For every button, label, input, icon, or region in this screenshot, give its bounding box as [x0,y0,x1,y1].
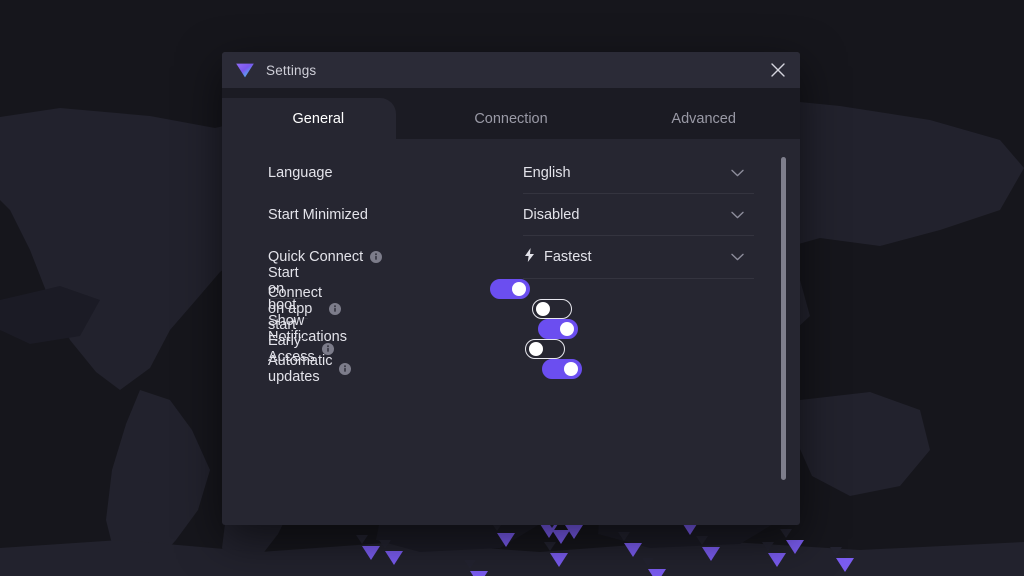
settings-tabs: General Connection Advanced [222,88,800,139]
server-pin-triangle [470,571,488,576]
settings-row-quick-connect: Quick Connect Fastest [268,236,754,279]
tab-advanced-label: Advanced [671,110,736,127]
proton-vpn-triangle-logo [234,59,256,81]
settings-row-control-automatic-updates [351,358,586,379]
server-pin-triangle [565,525,583,539]
label-text: Language [268,165,333,182]
chevron-down-icon[interactable] [731,164,744,182]
server-pin-triangle [702,547,720,561]
toggle-knob [511,281,526,296]
server-pin-triangle [786,540,804,554]
server-pin-triangle [768,553,786,567]
server-pin-triangle [385,551,403,565]
server-pin-triangle [362,546,380,560]
settings-dialog: Settings General Connection Advanced Lan… [222,52,800,525]
settings-row-language: Language English [268,152,754,195]
toggle-knob [559,321,574,336]
dropdown-quick-connect[interactable]: Fastest [523,248,592,266]
toggle-start-on-boot[interactable] [489,278,530,299]
settings-row-automatic-updates: Automatic updates [268,353,583,385]
tab-advanced[interactable]: Advanced [607,98,800,139]
server-pin-triangle [550,553,568,567]
settings-list: Language English Start Minimized Disabled Qu… [268,139,754,385]
vpn-app-window: Settings General Connection Advanced Lan… [0,0,1024,576]
settings-row-label-language: Language [268,165,523,181]
settings-row-control-quick-connect[interactable]: Fastest [523,236,754,279]
dropdown-start-minimized[interactable]: Disabled [523,207,579,223]
settings-row-start-minimized: Start Minimized Disabled [268,194,754,237]
toggle-show-notifications[interactable] [537,318,578,339]
toggle-connect-on-app-start[interactable] [532,298,573,319]
info-icon[interactable] [370,251,383,264]
server-pin-triangle [497,533,515,547]
dialog-title: Settings [266,62,317,78]
settings-row-control-show-notifications [347,318,582,339]
settings-row-control-start-minimized[interactable]: Disabled [523,194,754,237]
server-pin-triangle [648,569,666,576]
settings-row-label-automatic-updates: Automatic updates [268,352,352,385]
dropdown-value-text: Fastest [544,249,592,266]
settings-row-control-early-access [334,338,569,359]
settings-row-control-connect-on-app-start [341,298,576,319]
tab-connection[interactable]: Connection [415,98,608,139]
chevron-down-icon[interactable] [731,248,744,266]
scrollbar-thumb[interactable] [781,157,786,480]
info-icon[interactable] [339,362,352,375]
tab-general[interactable]: General [222,98,415,139]
tab-connection-label: Connection [474,110,548,127]
server-pin-triangle [836,558,854,572]
toggle-knob [564,361,579,376]
dropdown-language[interactable]: English [523,165,571,181]
toggle-automatic-updates[interactable] [542,358,583,379]
settings-scrollbar[interactable] [781,145,786,519]
settings-row-label-quick-connect: Quick Connect [268,249,523,265]
dropdown-value-text: English [523,165,571,182]
toggle-knob [528,341,543,356]
lightning-bolt-icon [523,248,536,266]
close-icon[interactable] [756,52,800,88]
tab-general-label: General [292,110,345,127]
label-text: Quick Connect [268,249,364,266]
settings-row-label-start-minimized: Start Minimized [268,207,523,223]
dropdown-value-text: Disabled [523,207,580,224]
toggle-early-access[interactable] [524,338,565,359]
label-text: Automatic updates [268,352,333,385]
dialog-titlebar: Settings [222,52,800,88]
toggle-knob [536,301,551,316]
server-pin-triangle [624,543,642,557]
settings-row-control-language[interactable]: English [523,152,754,195]
settings-content: Language English Start Minimized Disabled Qu… [222,139,800,525]
label-text: Start Minimized [268,207,368,224]
chevron-down-icon[interactable] [731,206,744,224]
